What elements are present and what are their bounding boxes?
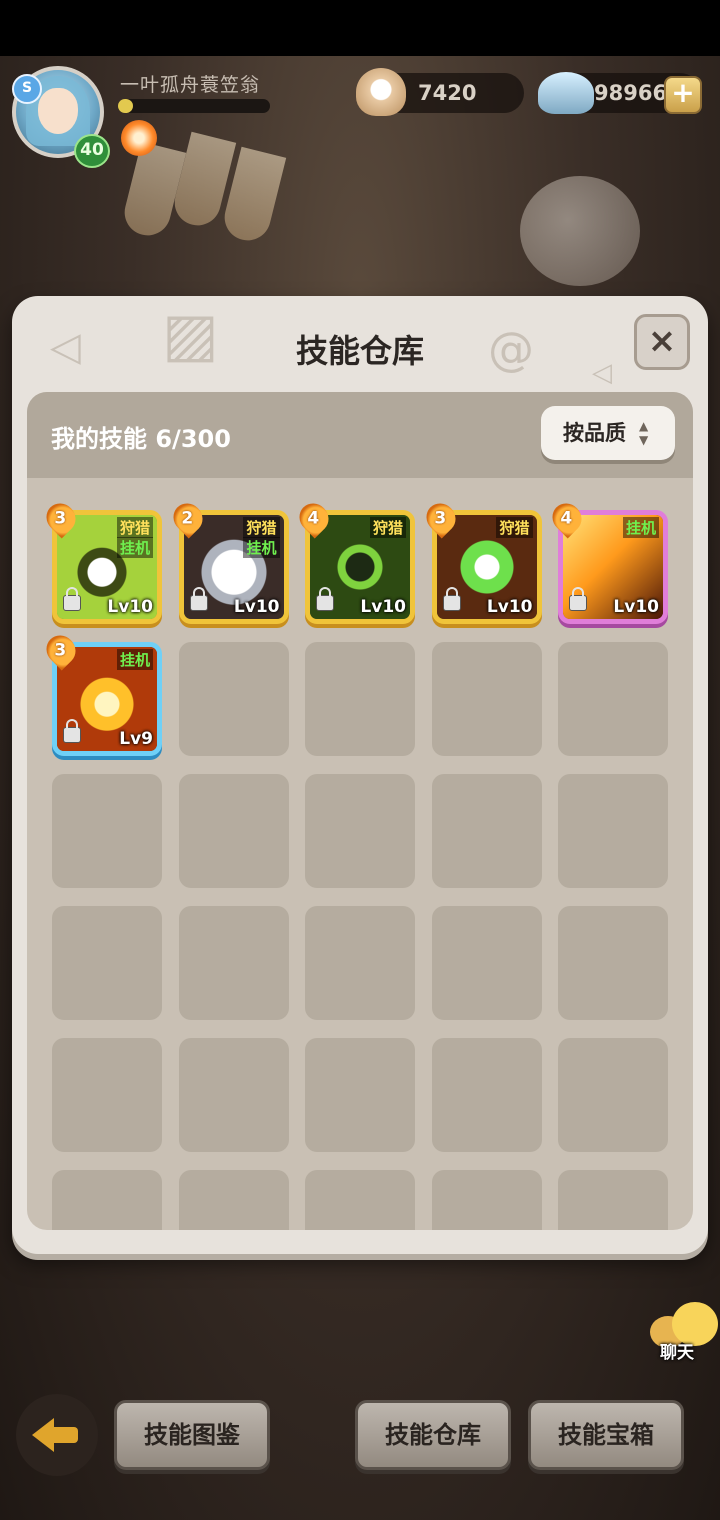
inventory-header: 我的技能 6/300 按品质 ▲ ▼ [27, 392, 693, 478]
star-rank-value: 3 [54, 640, 67, 661]
lock-icon [189, 587, 208, 611]
skill-tag: 挂机 [243, 537, 280, 558]
empty-skill-slot [178, 906, 289, 1020]
skill-tag: 狩猎 [116, 517, 153, 538]
empty-skill-slot [431, 774, 542, 888]
skill-level: Lv10 [233, 597, 280, 617]
skill-tag: 狩猎 [496, 517, 533, 538]
skill-tag: 狩猎 [369, 517, 406, 538]
panel-title: 技能仓库 [295, 332, 424, 370]
skill-level: Lv9 [119, 729, 153, 749]
skill-slot[interactable]: 挂机 Lv10 4 [546, 497, 668, 624]
empty-skill-slot [305, 642, 415, 756]
skill-slot[interactable]: 狩猎 挂机 Lv10 3 [40, 497, 162, 624]
skill-count-label: 我的技能 6/300 [51, 425, 231, 453]
skill-inventory-area: 我的技能 6/300 按品质 ▲ ▼ 狩猎 挂机 Lv10 3 狩猎 挂机 Lv10 2 狩猎 Lv… [27, 392, 693, 1230]
empty-skill-slot [178, 1170, 289, 1230]
empty-skill-slot [558, 906, 668, 1020]
skill-slot[interactable]: 狩猎 Lv10 3 [419, 497, 542, 624]
close-button[interactable]: × [634, 314, 690, 370]
empty-skill-slot [431, 1038, 542, 1152]
empty-skill-slot [431, 642, 542, 756]
player-level-badge: 40 [74, 134, 110, 168]
empty-skill-slot [52, 1038, 162, 1152]
lock-icon [569, 587, 587, 611]
skill-level: Lv10 [107, 597, 153, 617]
skill-storage-panel: ◁ ▨ @ ◁ 技能仓库 × 我的技能 6/300 按品质 ▲ ▼ 狩猎 挂机 Lv1… [12, 296, 708, 1254]
star-rank-value: 4 [560, 508, 573, 529]
empty-skill-slot [558, 1038, 668, 1152]
empty-skill-slot [178, 774, 289, 888]
skull-decoration [520, 176, 640, 286]
sort-label: 按品质 [563, 421, 626, 445]
player-name: 一叶孤舟蓑笠翁 [120, 74, 261, 96]
skill-codex-button[interactable]: 技能图鉴 [114, 1400, 270, 1470]
star-rank-value: 4 [307, 508, 320, 529]
chat-label: 聊天 [660, 1343, 694, 1363]
empty-skill-slot [558, 774, 668, 888]
buff-icon[interactable] [121, 120, 157, 156]
empty-skill-slot [305, 1170, 415, 1230]
empty-skill-slot [558, 642, 668, 756]
empty-skill-slot [558, 1170, 668, 1230]
avatar-face [38, 88, 78, 134]
skill-chest-button[interactable]: 技能宝箱 [528, 1400, 684, 1470]
star-rank-value: 3 [54, 508, 67, 529]
skill-level: Lv10 [486, 597, 533, 617]
lock-icon [316, 587, 334, 611]
lock-icon [442, 587, 461, 611]
clam-icon [538, 72, 594, 114]
pearl-shell-icon [356, 68, 406, 116]
empty-skill-slot [52, 906, 162, 1020]
back-button[interactable] [16, 1394, 98, 1476]
star-rank-value: 2 [180, 508, 193, 529]
skill-tag: 狩猎 [243, 517, 280, 538]
sort-by-quality-button[interactable]: 按品质 ▲ ▼ [541, 406, 675, 460]
empty-skill-slot [431, 1170, 542, 1230]
status-bar [0, 0, 720, 56]
chat-button[interactable]: 聊天 [646, 1300, 720, 1364]
skill-storage-button[interactable]: 技能仓库 [355, 1400, 511, 1470]
empty-skill-slot [431, 906, 542, 1020]
skill-tag: 挂机 [116, 537, 153, 558]
star-rank-value: 3 [433, 508, 446, 529]
empty-skill-slot [52, 774, 162, 888]
empty-skill-slot [305, 774, 415, 888]
back-arrow-shaft [52, 1427, 78, 1443]
skill-tag: 挂机 [116, 649, 153, 670]
skill-level: Lv10 [613, 597, 659, 617]
empty-skill-slot [178, 642, 289, 756]
back-arrow-icon [32, 1418, 54, 1452]
skill-slot[interactable]: 挂机 Lv9 3 [40, 629, 162, 756]
empty-skill-slot [305, 1038, 415, 1152]
exp-bar [118, 99, 270, 113]
vip-badge-icon: S [12, 74, 42, 104]
lock-icon [63, 587, 81, 611]
exp-bar-fill [118, 99, 134, 113]
empty-skill-slot [178, 1038, 289, 1152]
sort-arrows-icon: ▲ ▼ [639, 419, 649, 447]
skill-tag: 挂机 [622, 517, 659, 538]
skill-slot[interactable]: 狩猎 挂机 Lv10 2 [166, 497, 289, 624]
empty-skill-slot [52, 1170, 162, 1230]
empty-skill-slot [305, 906, 415, 1020]
add-currency-button[interactable]: + [664, 76, 702, 114]
lock-icon [63, 719, 81, 743]
skill-level: Lv10 [360, 597, 406, 617]
skill-slot[interactable]: 狩猎 Lv10 4 [293, 497, 415, 624]
